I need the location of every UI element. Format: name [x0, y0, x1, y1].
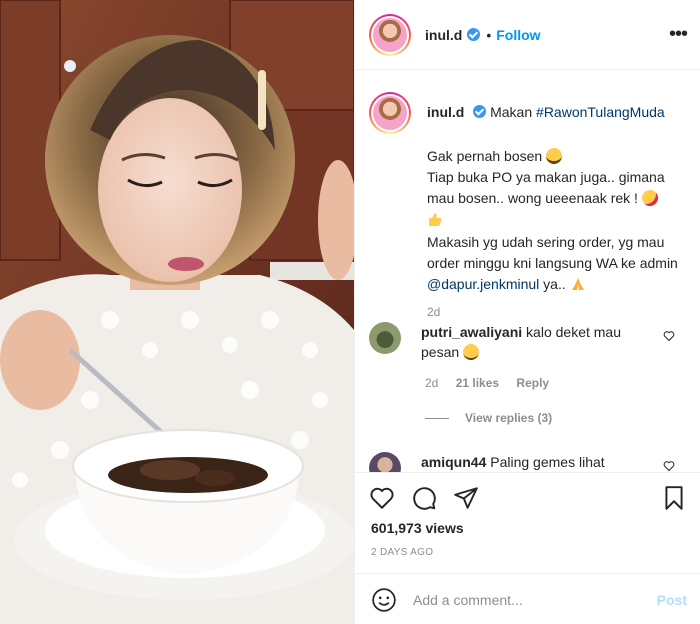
caption-line-3: Makasih yg udah sering order, yg mau ord…	[427, 234, 678, 271]
comment-reply-button[interactable]: Reply	[516, 376, 549, 390]
action-icons	[369, 485, 479, 511]
header-separator: •	[486, 26, 492, 43]
comment-input[interactable]	[413, 591, 643, 608]
photo-illustration	[0, 0, 354, 624]
views-count[interactable]: 601,973 views	[371, 520, 464, 536]
author-avatar[interactable]	[369, 13, 411, 56]
follow-button[interactable]: Follow	[496, 27, 540, 43]
bookmark-icon[interactable]	[661, 485, 687, 511]
caption-prefix: Makan	[490, 104, 537, 120]
commenter-username[interactable]: amiqun44	[421, 454, 486, 470]
commenter-avatar[interactable]	[369, 322, 401, 354]
comment-meta: 2d 21 likes Reply	[425, 376, 563, 390]
grin-emoji-icon	[546, 148, 563, 164]
post-header: inul.d • Follow •••	[355, 0, 700, 70]
post-caption: inul.d Makan #RawonTulangMuda Gak pernah…	[369, 92, 689, 319]
replies-divider-line	[425, 417, 449, 419]
smiley-icon[interactable]	[371, 587, 397, 613]
caption-mention[interactable]: @dapur.jenkminul	[427, 276, 539, 292]
comment-likes[interactable]: 21 likes	[456, 376, 499, 390]
post-comment-button[interactable]: Post	[657, 592, 687, 608]
comment-like-heart-icon[interactable]	[663, 330, 675, 342]
comment-item: putri_awaliyani kalo deket mau pesan	[369, 322, 689, 362]
commenter-username[interactable]: putri_awaliyani	[421, 324, 522, 340]
caption-line-3-end: ya..	[539, 276, 566, 292]
comment-text: Paling gemes lihat	[490, 454, 605, 470]
caption-time-ago: 2d	[427, 305, 441, 319]
post-photo[interactable]	[0, 0, 354, 624]
comment-like-heart-icon[interactable]	[663, 460, 675, 472]
post-actions: 601,973 views 2 DAYS AGO Post	[355, 472, 700, 622]
comment-icon[interactable]	[411, 485, 437, 511]
kiss-emoji-icon	[641, 190, 658, 206]
post-date: 2 DAYS AGO	[371, 547, 434, 558]
caption-username[interactable]: inul.d	[427, 104, 464, 120]
author-username[interactable]: inul.d	[425, 27, 462, 43]
comment-time: 2d	[425, 376, 439, 390]
caption-line-1: Gak pernah bosen	[427, 148, 543, 164]
sad-emoji-icon	[463, 344, 480, 360]
thumbs-up-emoji-icon	[429, 213, 442, 226]
post-side-panel: inul.d • Follow ••• inul.d Makan #RawonT…	[354, 0, 700, 624]
caption-author-avatar[interactable]	[369, 92, 411, 134]
share-icon[interactable]	[453, 485, 479, 511]
caption-verified-badge-icon	[473, 105, 487, 118]
view-replies-button[interactable]: View replies (3)	[425, 411, 552, 425]
view-replies-label: View replies (3)	[465, 411, 553, 425]
caption-line-2: Tiap buka PO ya makan juga.. gimana mau …	[427, 169, 665, 206]
caption-body: Gak pernah bosen Tiap buka PO ya makan j…	[427, 146, 689, 295]
verified-badge-icon	[467, 28, 481, 41]
praying-hands-emoji-icon	[571, 278, 584, 290]
caption-hashtag[interactable]: #RawonTulangMuda	[536, 104, 665, 120]
add-comment-bar: Post	[355, 573, 700, 624]
heart-icon[interactable]	[369, 485, 395, 511]
more-options-icon[interactable]: •••	[669, 24, 688, 44]
